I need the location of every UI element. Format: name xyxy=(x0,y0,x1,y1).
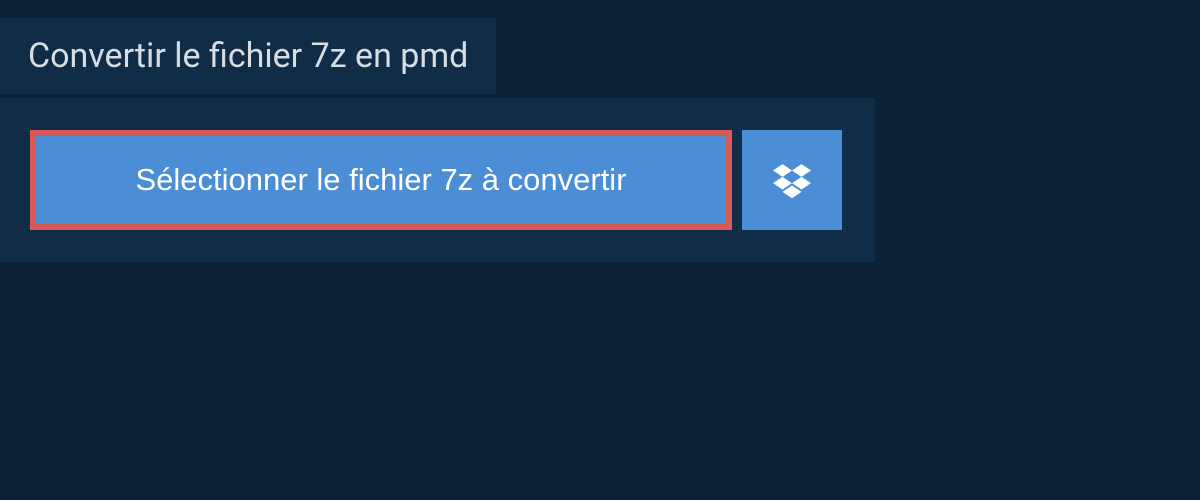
select-file-button[interactable]: Sélectionner le fichier 7z à convertir xyxy=(30,130,732,230)
dropbox-button[interactable] xyxy=(742,130,842,230)
header-bar: Convertir le fichier 7z en pmd xyxy=(0,18,496,94)
button-row: Sélectionner le fichier 7z à convertir xyxy=(30,130,845,230)
dropbox-icon xyxy=(773,161,811,199)
page-title: Convertir le fichier 7z en pmd xyxy=(28,36,468,76)
content-panel: Sélectionner le fichier 7z à convertir xyxy=(0,98,875,262)
